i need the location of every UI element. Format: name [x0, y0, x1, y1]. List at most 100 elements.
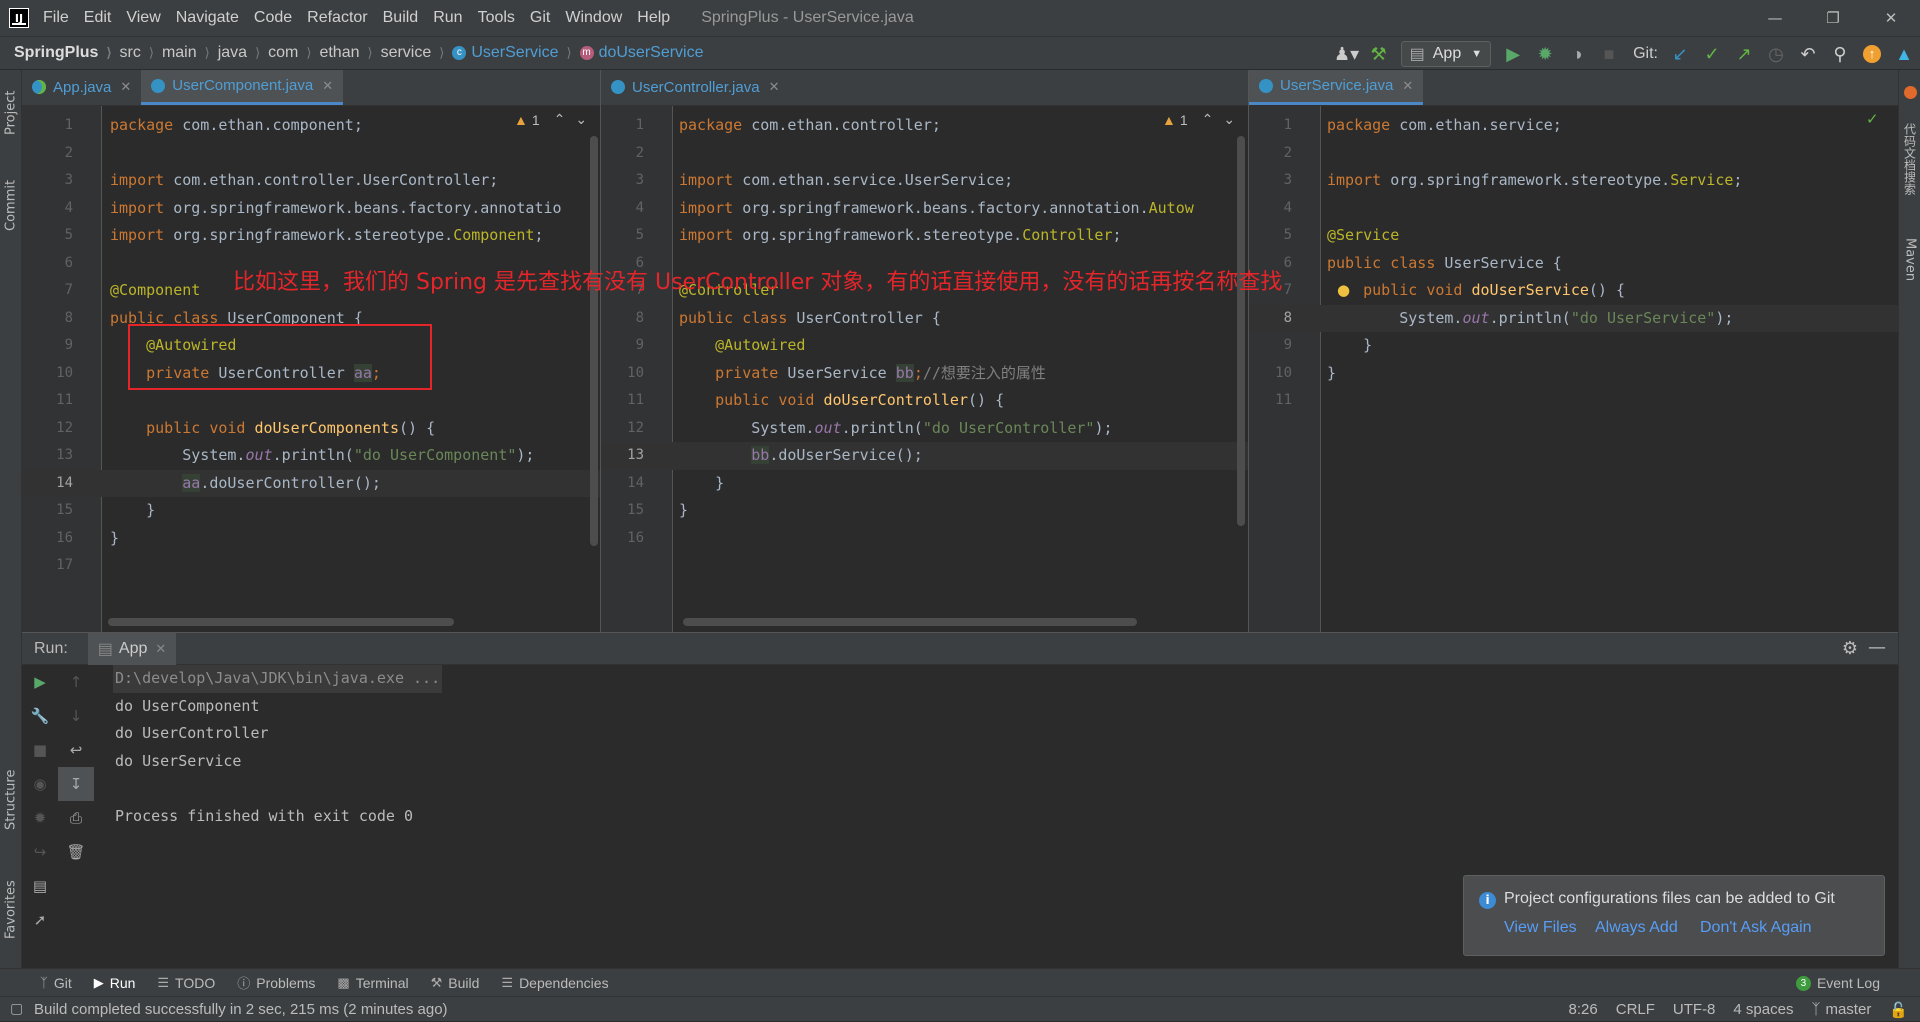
soft-wrap-icon[interactable]: ↩	[58, 733, 94, 767]
favorites-tool-tab[interactable]: Favorites	[0, 870, 22, 950]
project-tool-tab[interactable]: Project	[0, 78, 22, 148]
code-line[interactable]: 1 package com.ethan.service;	[1249, 112, 1898, 140]
code-area[interactable]: 1 package com.ethan.service; 2 3 import org.…	[1249, 106, 1898, 632]
todo-tool-tab[interactable]: ☰ TODO	[157, 975, 215, 991]
breadcrumb-java[interactable]: java ⟩	[218, 44, 268, 62]
git-rollback-icon[interactable]: ↶	[1792, 40, 1824, 68]
warning-indicator[interactable]: ▲ 1 ⌃ ⌄	[514, 106, 587, 134]
menu-git[interactable]: Git	[530, 9, 550, 27]
close-tab-icon[interactable]: ✕	[155, 641, 166, 657]
code-area[interactable]: 1 package com.ethan.controller; 2 3 import c…	[601, 106, 1248, 632]
menu-help[interactable]: Help	[637, 9, 670, 27]
breadcrumb-main[interactable]: main ⟩	[162, 44, 218, 62]
debug-icon[interactable]: ✹	[1529, 40, 1561, 68]
tab-user-component-java[interactable]: UserComponent.java ✕	[141, 70, 344, 105]
editor-user-controller[interactable]: UserController.java ✕ 1 package com.ethan.…	[601, 70, 1248, 632]
code-line[interactable]: 4	[1249, 195, 1898, 223]
clear-trash-icon[interactable]: 🗑	[58, 835, 94, 869]
close-tab-icon[interactable]: ✕	[322, 78, 333, 94]
menu-build[interactable]: Build	[383, 9, 419, 27]
code-line[interactable]: 11	[22, 387, 600, 415]
code-line[interactable]: 12 System.out.println("do UserController…	[601, 415, 1248, 443]
file-encoding[interactable]: UTF-8	[1673, 1001, 1716, 1018]
git-tool-tab[interactable]: ᛉ Git	[40, 975, 72, 991]
horizontal-scrollbar[interactable]	[108, 618, 454, 626]
code-line[interactable]: 14 aa.doUserController();	[22, 470, 600, 498]
code-line[interactable]: 16}	[22, 525, 600, 553]
scroll-to-end-icon[interactable]: ↧	[58, 767, 94, 801]
code-line[interactable]: 13 System.out.println("do UserComponent"…	[22, 442, 600, 470]
indent-setting[interactable]: 4 spaces	[1733, 1001, 1793, 1018]
line-separator[interactable]: CRLF	[1616, 1001, 1655, 1018]
editor-user-service[interactable]: UserService.java ✕ 1 package com.ethan.ser…	[1249, 70, 1898, 632]
tab-user-controller-java[interactable]: UserController.java ✕	[601, 70, 790, 105]
layout-icon[interactable]: ▤	[22, 869, 58, 903]
code-line[interactable]: 13 bb.doUserService();	[601, 442, 1248, 470]
menu-navigate[interactable]: Navigate	[176, 9, 239, 27]
minimize-icon[interactable]: —	[1746, 0, 1804, 36]
code-line[interactable]: 10 private UserService bb;//想要注入的属性	[601, 360, 1248, 388]
stop-icon[interactable]: ■	[1593, 40, 1625, 68]
menu-tools[interactable]: Tools	[478, 9, 515, 27]
code-line[interactable]: 2	[22, 140, 600, 168]
hide-panel-icon[interactable]: —	[1868, 637, 1886, 658]
screenshot-camera-icon[interactable]: ◉	[22, 767, 58, 801]
code-line[interactable]: 17	[22, 552, 600, 580]
git-update-icon[interactable]: ↙	[1664, 40, 1696, 68]
build-tool-tab[interactable]: ⚒ Build	[431, 975, 480, 991]
terminal-tool-tab[interactable]: ▩ Terminal	[337, 975, 408, 991]
code-line[interactable]: 11	[1249, 387, 1898, 415]
scroll-up-icon[interactable]: ↑	[58, 665, 94, 699]
menu-file[interactable]: File	[43, 9, 69, 27]
close-tab-icon[interactable]: ✕	[1402, 78, 1413, 94]
code-line[interactable]: 4 import org.springframework.beans.factor…	[22, 195, 600, 223]
vertical-scrollbar[interactable]	[1237, 136, 1245, 526]
code-line[interactable]: 4 import org.springframework.beans.factor…	[601, 195, 1248, 223]
code-line[interactable]: 5 import org.springframework.stereotype.C…	[22, 222, 600, 250]
tab-user-service-java[interactable]: UserService.java ✕	[1249, 70, 1424, 105]
breadcrumb-method[interactable]: m doUserService	[579, 44, 704, 62]
code-line[interactable]: 15}	[601, 497, 1248, 525]
build-hammer-icon[interactable]: ⚒	[1363, 40, 1395, 68]
code-line[interactable]: 15 }	[22, 497, 600, 525]
structure-tool-tab[interactable]: Structure	[0, 760, 22, 840]
close-tab-icon[interactable]: ✕	[120, 79, 131, 95]
tab-app-java[interactable]: App.java ✕	[22, 70, 141, 105]
code-line[interactable]: 2	[1249, 140, 1898, 168]
restore-icon[interactable]: ❐	[1804, 0, 1862, 36]
run-tool-tab[interactable]: ▶ Run	[94, 975, 136, 991]
debug-bug-icon[interactable]: ✹	[22, 801, 58, 835]
breadcrumb-com[interactable]: com ⟩	[268, 44, 319, 62]
code-line[interactable]: 1 package com.ethan.controller;	[601, 112, 1248, 140]
dont-ask-again-link[interactable]: Don't Ask Again	[1700, 919, 1812, 937]
run-config-select[interactable]: ▤ App ▼	[1400, 41, 1492, 67]
plugin-icon[interactable]: ▲	[1888, 40, 1920, 68]
edit-config-wrench-icon[interactable]: 🔧	[22, 699, 58, 733]
menu-run[interactable]: Run	[433, 9, 462, 27]
breadcrumb-src[interactable]: src ⟩	[120, 44, 162, 62]
code-line[interactable]: 11 public void doUserController() {	[601, 387, 1248, 415]
coverage-icon[interactable]: ◑	[1561, 40, 1593, 68]
scroll-down-icon[interactable]: ↓	[58, 699, 94, 733]
user-icon[interactable]: ♟▾	[1331, 40, 1363, 68]
git-commit-icon[interactable]: ✓	[1696, 40, 1728, 68]
dependencies-tool-tab[interactable]: ☰ Dependencies	[501, 975, 608, 991]
settings-gear-icon[interactable]: ⚙	[1842, 638, 1858, 659]
code-line[interactable]: 2	[601, 140, 1248, 168]
warning-indicator[interactable]: ▲ 1 ⌃ ⌄	[1162, 106, 1235, 134]
menu-edit[interactable]: Edit	[84, 9, 112, 27]
code-line[interactable]: 12 public void doUserComponents() {	[22, 415, 600, 443]
update-icon[interactable]: ↑	[1856, 40, 1888, 68]
maven-tool-tab[interactable]: Maven	[1899, 220, 1920, 300]
status-message[interactable]: Build completed successfully in 2 sec, 2…	[34, 1001, 448, 1018]
code-line[interactable]: 3 import org.springframework.stereotype.S…	[1249, 167, 1898, 195]
exit-icon[interactable]: ↪	[22, 835, 58, 869]
print-icon[interactable]: ⎙	[58, 801, 94, 835]
lock-icon[interactable]: 🔓	[1889, 1001, 1908, 1019]
breadcrumb-service[interactable]: service ⟩	[381, 44, 453, 62]
code-line[interactable]: 14 }	[601, 470, 1248, 498]
run-tab-app[interactable]: ▤ App ✕	[87, 632, 177, 665]
git-history-icon[interactable]: ◷	[1760, 40, 1792, 68]
git-push-icon[interactable]: ↗	[1728, 40, 1760, 68]
status-toggle-icon[interactable]: ▢	[10, 1000, 23, 1017]
